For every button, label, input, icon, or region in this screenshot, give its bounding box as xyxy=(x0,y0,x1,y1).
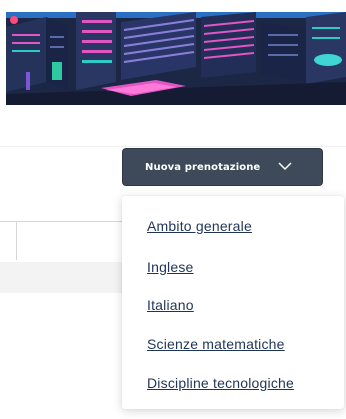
new-booking-dropdown-menu: Ambito generale Inglese Italiano Scienze… xyxy=(122,196,344,409)
table-border xyxy=(0,221,125,222)
new-booking-label: Nuova prenotazione xyxy=(145,161,261,173)
new-booking-button[interactable]: Nuova prenotazione xyxy=(122,148,323,186)
hero-illustration xyxy=(6,12,346,105)
chevron-down-icon xyxy=(278,162,292,171)
menu-item-inglese[interactable]: Inglese xyxy=(147,259,194,275)
menu-item-italiano[interactable]: Italiano xyxy=(147,297,194,313)
toolbar-divider xyxy=(0,146,346,147)
menu-item-discipline-tecnologiche[interactable]: Discipline tecnologiche xyxy=(147,375,294,391)
menu-item-scienze-matematiche[interactable]: Scienze matematiche xyxy=(147,336,285,352)
menu-item-ambito-generale[interactable]: Ambito generale xyxy=(147,218,252,234)
page: Nuova prenotazione Ambito generale Ingle… xyxy=(0,0,346,419)
table-row-band xyxy=(0,262,130,293)
table-column-divider xyxy=(16,222,17,260)
